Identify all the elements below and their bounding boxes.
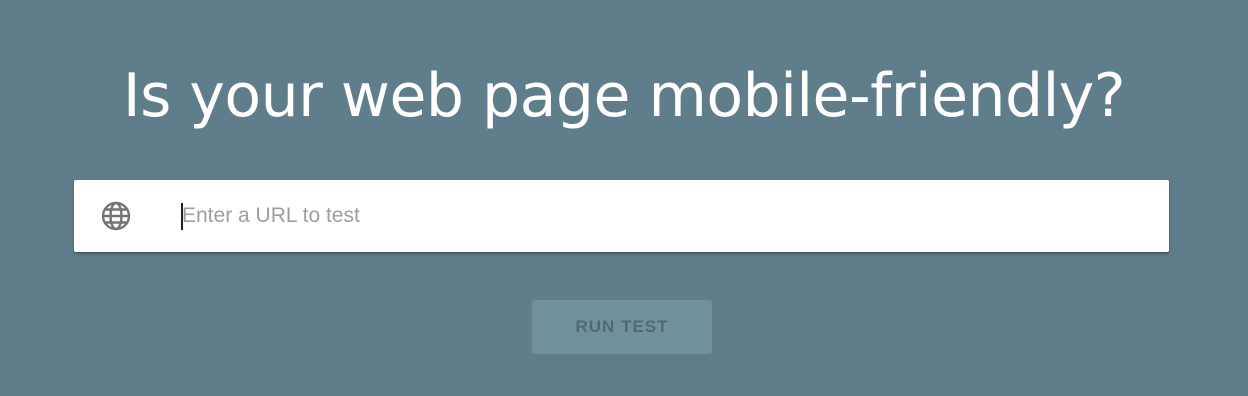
text-cursor: [181, 203, 183, 230]
page-title: Is your web page mobile-friendly?: [122, 61, 1126, 131]
url-input[interactable]: [182, 196, 1142, 236]
run-test-button[interactable]: RUN TEST: [532, 300, 712, 354]
globe-icon: [100, 200, 132, 232]
